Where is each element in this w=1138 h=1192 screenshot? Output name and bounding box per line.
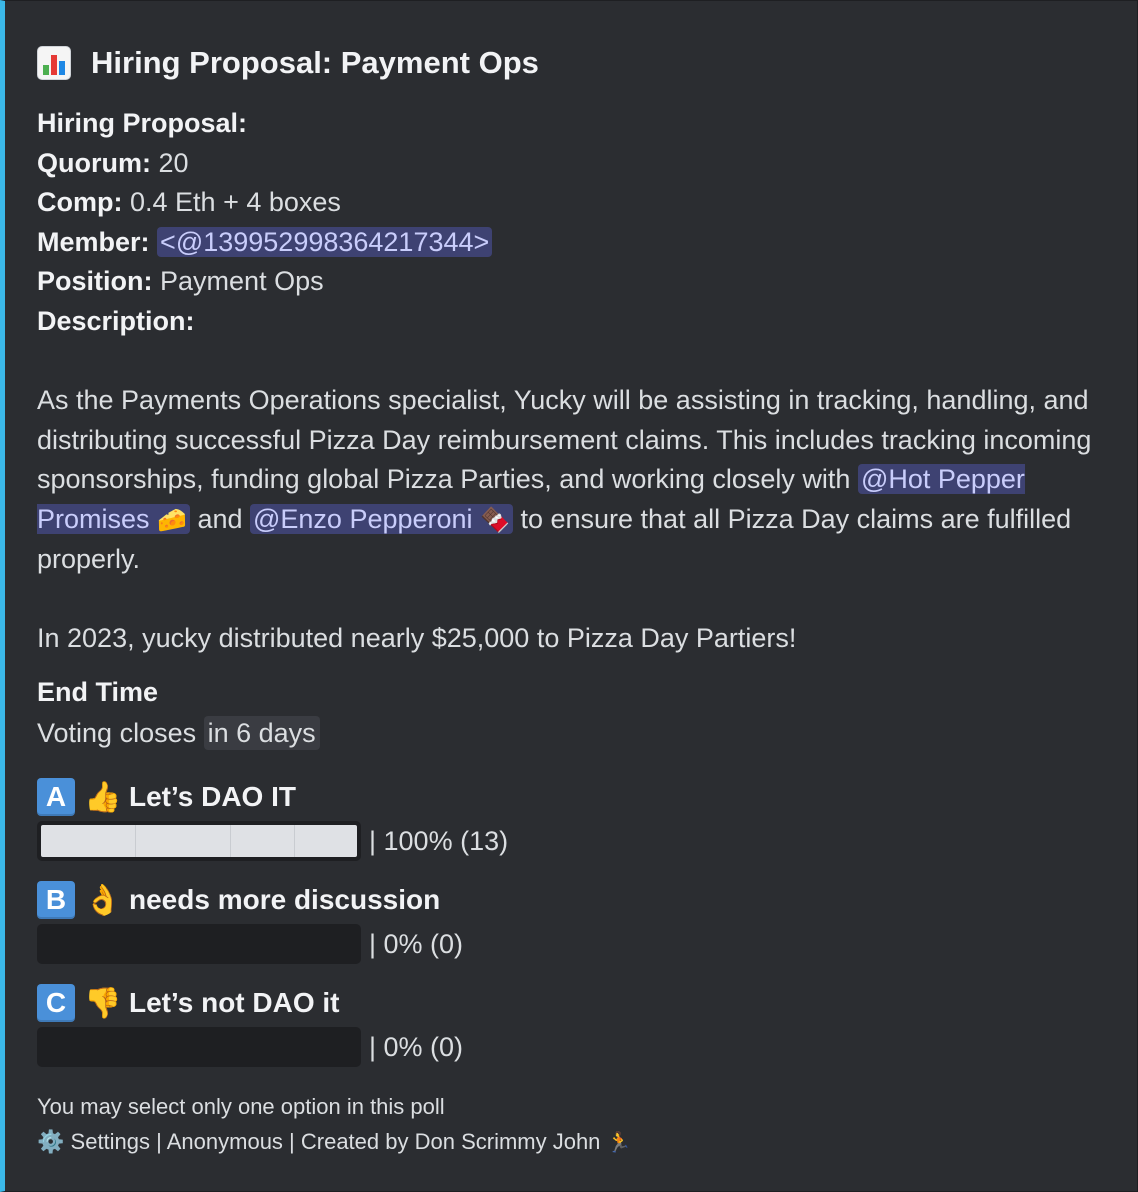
runner-icon: 🏃 [606, 1132, 632, 1154]
description-label: Description: [37, 305, 195, 336]
option-c-result: | 0% (0) [37, 1027, 463, 1067]
footer-line-2-text: Settings | Anonymous | Created by Don Sc… [70, 1129, 601, 1154]
poll-option-b[interactable]: B 👌 needs more discussion [37, 881, 440, 919]
option-b-result: | 0% (0) [37, 924, 463, 964]
end-time-timestamp[interactable]: in 6 days [203, 716, 320, 750]
poll-option-a[interactable]: A 👍 Let’s DAO IT [37, 778, 296, 816]
ok-hand-icon: 👌 [84, 883, 122, 917]
letter-b-icon: B [37, 881, 75, 919]
gear-icon: ⚙️ [37, 1129, 65, 1154]
poll-description: Hiring Proposal: Quorum: 20 Comp: 0.4 Et… [37, 104, 1107, 658]
poll-embed: Hiring Proposal: Payment Ops Hiring Prop… [0, 0, 1138, 1192]
position-label: Position: [37, 266, 153, 297]
poll-title-text: Hiring Proposal: Payment Ops [91, 45, 539, 80]
thumbs-up-icon: 👍 [84, 780, 122, 814]
thumbs-down-icon: 👎 [84, 986, 122, 1020]
member-mention[interactable]: <@1399529983642173​44> [157, 226, 493, 257]
letter-a-icon: A [37, 778, 75, 816]
option-a-bar [37, 821, 361, 861]
comp-label: Comp: [37, 187, 123, 218]
option-c-bar [37, 1027, 361, 1067]
cheese-icon: 🧀 [157, 506, 187, 534]
option-a-result-text: | 100% (13) [369, 825, 509, 856]
option-b-bar [37, 924, 361, 964]
letter-c-icon: C [37, 984, 75, 1022]
position-value: Payment Ops [160, 266, 324, 297]
quorum-value: 20 [158, 147, 189, 178]
poll-title: Hiring Proposal: Payment Ops [37, 43, 539, 83]
description-paragraph: As the Payments Operations specialist, Y… [37, 385, 1092, 574]
option-a-result: | 100% (13) [37, 821, 508, 861]
option-c-result-text: | 0% (0) [369, 1031, 464, 1062]
chocolate-icon: 🍫 [480, 506, 510, 534]
poll-option-c[interactable]: C 👎 Let’s not DAO it [37, 984, 340, 1022]
option-a-label: Let’s DAO IT [129, 781, 296, 812]
option-c-label: Let’s not DAO it [129, 987, 340, 1018]
end-time-value: Voting closes in 6 days [37, 716, 320, 750]
option-b-result-text: | 0% (0) [369, 928, 464, 959]
footer-line-2: ⚙️ Settings | Anonymous | Created by Don… [37, 1124, 631, 1161]
footer-line-1: You may select only one option in this p… [37, 1094, 445, 1119]
option-b-label: needs more discussion [129, 884, 441, 915]
mention-enzo-pepperoni[interactable]: @Enzo Pepperoni 🍫 [250, 503, 513, 534]
end-time-label: End Time [37, 677, 159, 707]
bar-chart-icon [37, 46, 71, 80]
member-label: Member: [37, 226, 150, 257]
option-a-bar-fill [41, 825, 357, 857]
description-paragraph-2: In 2023, yucky distributed nearly $25,00… [37, 622, 797, 653]
quorum-label: Quorum: [37, 147, 151, 178]
comp-value: 0.4 Eth + 4 boxes [130, 187, 341, 218]
heading-label: Hiring Proposal: [37, 108, 248, 138]
poll-footer: You may select only one option in this p… [37, 1089, 631, 1161]
